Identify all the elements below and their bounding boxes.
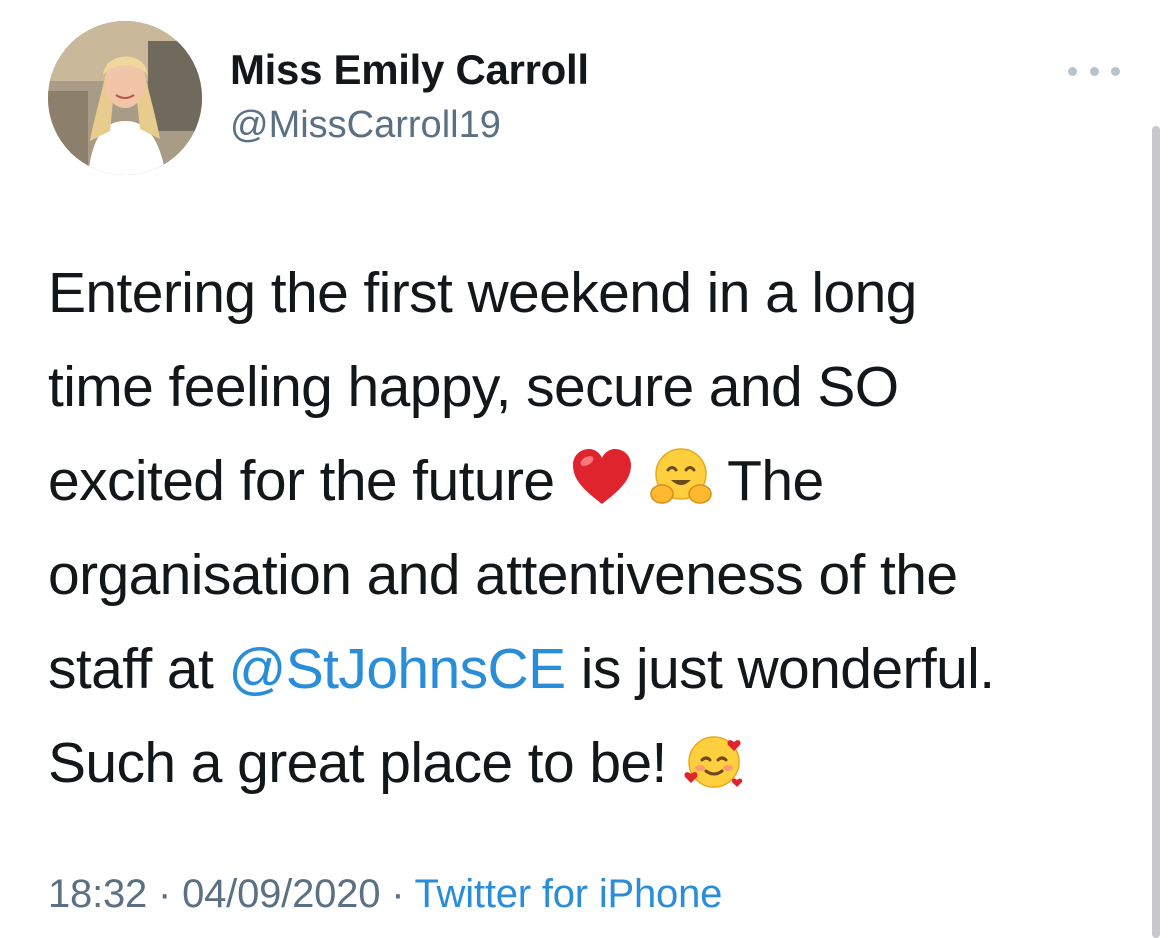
smiling-face-with-hearts-icon [682,728,746,792]
meta-separator: · [158,872,172,916]
more-options-button[interactable] [1068,56,1120,86]
author-name[interactable]: Miss Emily Carroll [230,46,589,94]
more-horizontal-icon [1068,66,1077,76]
tweet-time[interactable]: 18:32 [48,872,147,916]
tweet-line: staff at @StJohnsCE is just wonderful. [48,622,1138,716]
tweet-card: Miss Emily Carroll @MissCarroll19 Enteri… [0,0,1170,938]
mention-link[interactable]: @StJohnsCE [229,637,567,701]
tweet-text-fragment: staff at [48,637,229,701]
tweet-line: excited for the future The [48,434,1138,528]
tweet-line: Such a great place to be! [48,716,1138,810]
tweet-line: Entering the first weekend in a long [48,261,917,325]
tweet-text: Entering the first weekend in a long tim… [48,246,1138,810]
tweet-source-link[interactable]: Twitter for iPhone [415,872,723,916]
author-avatar[interactable] [48,21,202,175]
author-handle[interactable]: @MissCarroll19 [230,104,501,147]
tweet-date[interactable]: 04/09/2020 [182,872,380,916]
red-heart-icon [570,446,634,510]
hugging-face-icon [649,446,713,510]
scrollbar[interactable] [1152,126,1160,938]
tweet-text-fragment: is just wonderful. [565,637,995,701]
tweet-text-fragment: excited for the future [48,449,555,513]
tweet-text-fragment: Such a great place to be! [48,731,667,795]
tweet-line: time feeling happy, secure and SO [48,355,899,419]
tweet-meta: 18:32 · 04/09/2020 · Twitter for iPhone [48,872,722,917]
tweet-text-fragment: The [727,449,824,513]
meta-separator: · [391,872,405,916]
tweet-line: organisation and attentiveness of the [48,543,958,607]
